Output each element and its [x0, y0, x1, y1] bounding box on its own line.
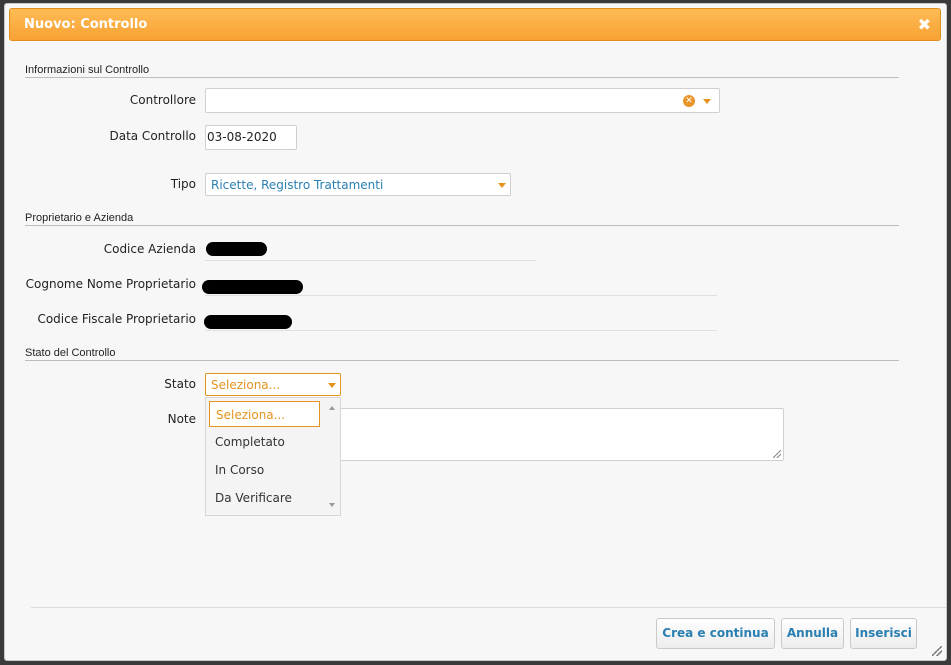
section-title-owner: Proprietario e Azienda	[25, 212, 134, 224]
codice-fiscale-redacted	[204, 315, 292, 329]
controllore-combo[interactable]: ✕	[205, 88, 720, 113]
stato-select[interactable]: Seleziona...	[205, 373, 341, 396]
scroll-up-icon[interactable]	[329, 406, 335, 410]
codice-fiscale-label: Codice Fiscale Proprietario	[37, 312, 196, 326]
cognome-nome-redacted	[202, 280, 303, 294]
stato-option[interactable]: Completato	[209, 429, 320, 455]
clear-icon[interactable]: ✕	[683, 95, 695, 107]
inserisci-button[interactable]: Inserisci	[850, 618, 917, 649]
dialog-resize-icon[interactable]	[932, 646, 942, 656]
chevron-down-icon[interactable]	[498, 183, 506, 188]
close-icon[interactable]: ✖	[918, 15, 931, 34]
controllore-label: Controllore	[129, 93, 196, 107]
chevron-down-icon[interactable]	[703, 99, 711, 104]
field-underline	[205, 330, 717, 331]
stato-option[interactable]: In Corso	[209, 457, 320, 483]
data-controllo-label: Data Controllo	[109, 129, 196, 143]
dialog-title: Nuovo: Controllo	[24, 17, 148, 32]
stato-label: Stato	[164, 377, 196, 391]
codice-azienda-redacted	[206, 242, 267, 256]
section-divider	[25, 360, 899, 361]
scroll-down-icon[interactable]	[329, 503, 335, 507]
chevron-down-icon[interactable]	[328, 383, 336, 388]
data-controllo-input[interactable]: 03-08-2020	[205, 125, 297, 150]
tipo-value: Ricette, Registro Trattamenti	[211, 178, 384, 192]
tipo-select[interactable]: Ricette, Registro Trattamenti	[205, 173, 511, 196]
field-underline	[205, 295, 717, 296]
dialog-titlebar[interactable]: Nuovo: Controllo ✖	[9, 8, 941, 41]
cognome-nome-label: Cognome Nome Proprietario	[25, 277, 196, 291]
section-divider	[25, 77, 899, 78]
annulla-button[interactable]: Annulla	[781, 618, 844, 649]
stato-dropdown-list: Seleziona... Completato In Corso Da Veri…	[205, 397, 341, 516]
field-underline	[205, 260, 536, 261]
stato-option[interactable]: Seleziona...	[209, 401, 320, 427]
section-title-status: Stato del Controllo	[25, 347, 116, 359]
section-divider	[25, 225, 899, 226]
tipo-label: Tipo	[170, 177, 196, 191]
resize-handle-icon[interactable]	[773, 450, 781, 458]
note-label: Note	[167, 412, 196, 426]
crea-e-continua-button[interactable]: Crea e continua	[656, 618, 775, 649]
stato-value: Seleziona...	[211, 378, 281, 392]
footer-divider	[31, 607, 946, 608]
section-title-info: Informazioni sul Controllo	[25, 64, 150, 76]
codice-azienda-label: Codice Azienda	[103, 242, 196, 256]
new-controllo-dialog: Nuovo: Controllo ✖ Informazioni sul Cont…	[4, 3, 947, 661]
stato-option[interactable]: Da Verificare	[209, 485, 320, 511]
